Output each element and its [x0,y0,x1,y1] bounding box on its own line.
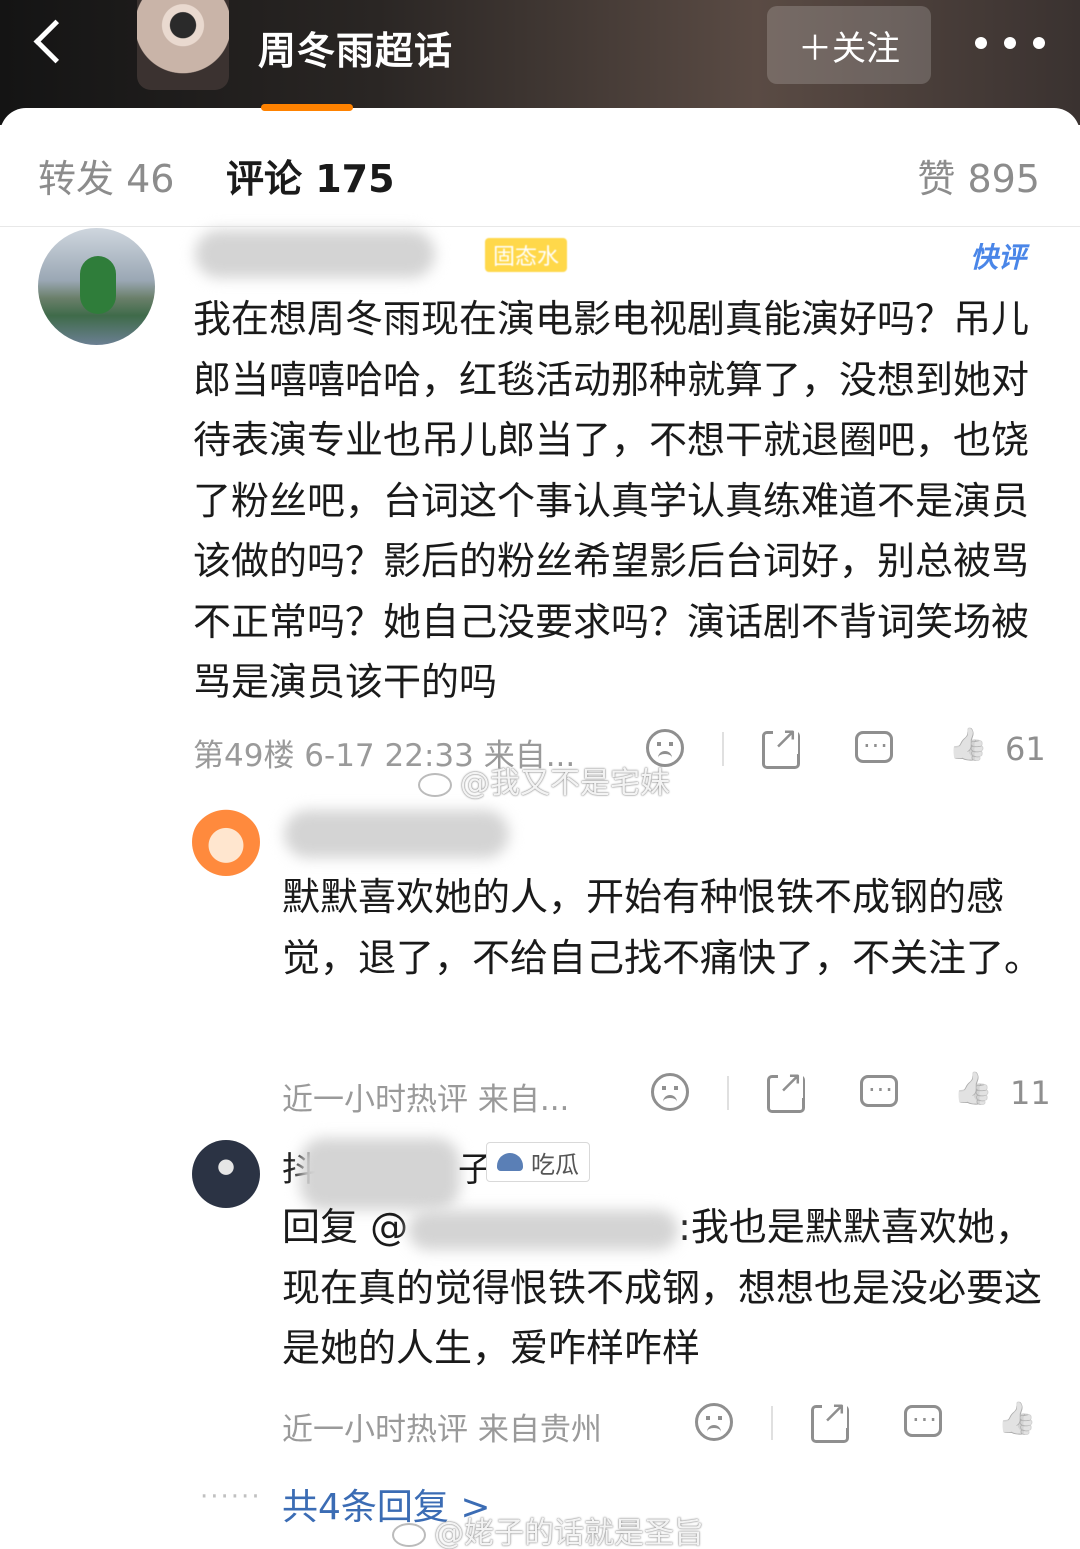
share-icon[interactable] [767,1068,805,1113]
hot-comment-tag: 快评 [970,241,1027,274]
fan-badge: 吃瓜 [486,1142,590,1182]
comment-text: 我在想周冬雨现在演电影电视剧真能演好吗？吊儿郎当嘻嘻哈哈，红毯活动那种就算了，没… [193,297,1030,704]
reply-text: 回复 @:我也是默默喜欢她，现在真的觉得恨铁不成钢，想想也是没必要这是她的人生，… [282,1197,1042,1379]
reply-meta: 近一小时热评 来自贵州 [282,1412,602,1448]
avatar[interactable] [192,1140,260,1208]
username-blurred[interactable] [284,810,509,858]
tab-forwards[interactable]: 转发 46 [38,148,174,203]
back-arrow-icon[interactable] [22,14,82,74]
watermark-text: @姥子的话就是圣旨 [434,1516,704,1549]
reply-text: 默默喜欢她的人，开始有种恨铁不成钢的感觉，退了，不给自己找不痛快了，不关注了。 [282,875,1043,980]
reply-prefix: 回复 @ [282,1205,409,1249]
follow-button[interactable]: ＋关注 [767,6,931,84]
fan-badge: 固态水 [485,238,568,272]
share-icon[interactable] [811,1398,849,1443]
weibo-logo-icon [418,772,452,797]
like-icon[interactable] [997,1403,1035,1441]
thread-dots: ······ [200,1482,262,1512]
tab-bar: 转发 46 评论 175 赞 895 [0,108,1080,226]
username-blurred[interactable] [195,230,435,278]
weibo-logo-icon [392,1522,426,1547]
tab-comments[interactable]: 评论 175 [226,148,395,203]
reply-meta: 近一小时热评 来自... [282,1082,570,1118]
emoji-icon[interactable] [695,1403,733,1441]
divider [722,732,724,766]
comment-icon[interactable] [855,731,893,763]
emoji-icon[interactable] [651,1073,689,1111]
supertopic-avatar[interactable] [137,0,229,90]
divider [771,1406,773,1440]
divider [0,226,1080,227]
mention-blurred[interactable] [408,1209,679,1250]
watermark: @姥子的话就是圣旨 [392,1508,704,1549]
comment-icon[interactable] [860,1075,898,1107]
supertopic-title[interactable]: 周冬雨超话 [258,20,453,75]
badge-label: 吃瓜 [531,1150,579,1179]
avatar[interactable] [192,808,260,876]
like-count: 11 [1010,1074,1051,1112]
tab-likes[interactable]: 赞 895 [917,148,1040,203]
comment-icon[interactable] [904,1405,942,1437]
melon-icon [497,1153,523,1171]
like-icon[interactable] [948,729,986,767]
avatar[interactable] [38,228,155,345]
more-options-icon[interactable] [975,28,1045,58]
share-icon[interactable] [762,724,800,769]
divider [727,1076,729,1110]
active-tab-indicator [261,104,353,111]
watermark-text: @我又不是宅妹 [460,766,670,801]
like-count: 61 [1005,730,1046,768]
watermark: @我又不是宅妹 [418,758,670,802]
like-icon[interactable] [953,1073,991,1111]
